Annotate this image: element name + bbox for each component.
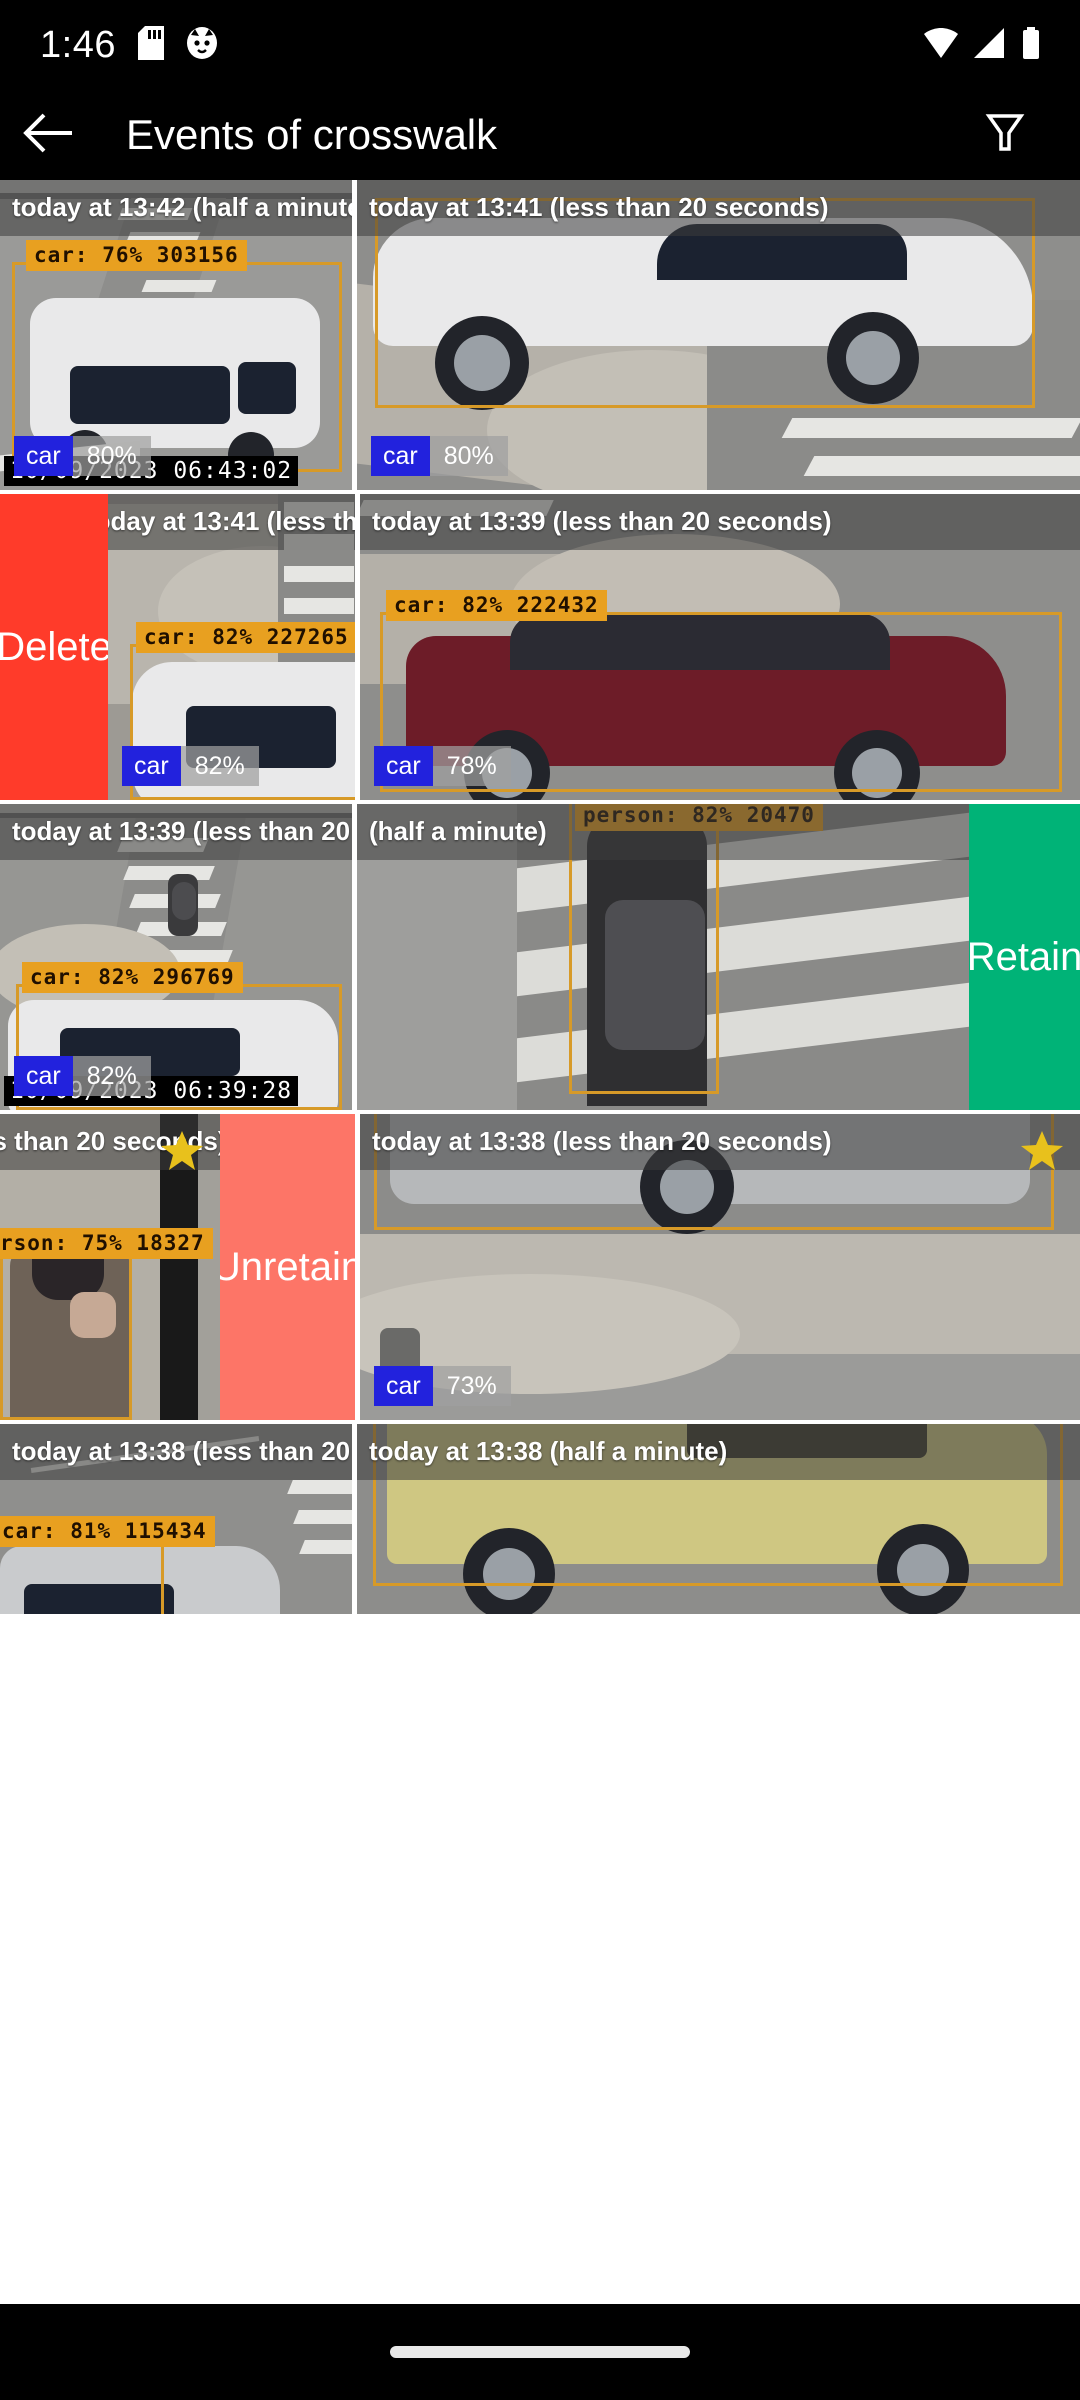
detection-tag: car: 82% 296769 <box>22 962 243 993</box>
object-chip: car 80% <box>371 436 508 476</box>
status-bar: 1:46 <box>0 0 1080 90</box>
object-chip: car 82% <box>122 746 259 786</box>
detection-box <box>0 1536 164 1614</box>
object-confidence-label: 82% <box>72 1056 151 1096</box>
event-label: today at 13:39 (less than 20 seconds) <box>360 494 1080 550</box>
event-label: today at 13:41 (less than 20 seco <box>108 494 355 550</box>
object-chip: car 73% <box>374 1366 511 1406</box>
battery-icon <box>1022 26 1040 64</box>
detection-tag: car: 76% 303156 <box>26 240 247 271</box>
event-label: today at 13:42 (half a minute) <box>0 180 352 236</box>
events-row-4: rson: 75% 18327 ss than 20 seconds) Unre… <box>0 1114 1080 1420</box>
detection-tag: car: 82% 222432 <box>386 590 607 621</box>
event-label: (half a minute) <box>357 804 969 860</box>
unretain-action-label: Unretain <box>211 1244 364 1289</box>
object-chip: car 80% <box>14 436 151 476</box>
retain-action-label: Retain <box>966 934 1080 979</box>
events-row-5: car: 81% 115434 today at 13:38 (less tha… <box>0 1424 1080 1614</box>
detection-box <box>0 1250 132 1420</box>
events-row-3: car: 82% 296769 10/09/2023 06:39:28 toda… <box>0 804 1080 1110</box>
event-tile[interactable]: rson: 75% 18327 ss than 20 seconds) <box>0 1114 220 1420</box>
event-label: today at 13:38 (less than 20 seconds) <box>0 1424 352 1480</box>
object-confidence-label: 78% <box>432 746 511 786</box>
event-tile[interactable]: car: 82% 227265 today at 13:41 (less tha… <box>108 494 355 800</box>
back-button[interactable] <box>0 90 96 180</box>
event-tile[interactable]: today at 13:41 (less than 20 seconds) ca… <box>357 180 1080 490</box>
event-label: today at 13:38 (half a minute) <box>357 1424 1080 1480</box>
delete-action-button[interactable]: Delete <box>0 494 112 800</box>
retain-action-button[interactable]: Retain <box>966 804 1080 1110</box>
events-row-2: Delete car: 82% 227265 today at 13:41 (l… <box>0 494 1080 800</box>
event-tile[interactable]: car: 76% 303156 10/09/2023 06:43:02 toda… <box>0 180 352 490</box>
sd-card-icon <box>137 25 164 65</box>
event-label: today at 13:38 (less than 20 seconds) <box>360 1114 1080 1170</box>
event-tile[interactable]: today at 13:38 (less than 20 seconds) ca… <box>360 1114 1080 1420</box>
home-gesture-pill[interactable] <box>390 2346 690 2358</box>
status-bar-left: 1:46 <box>40 24 218 67</box>
page-title: Events of crosswalk <box>126 111 498 158</box>
event-tile[interactable]: car: 82% 296769 10/09/2023 06:39:28 toda… <box>0 804 352 1110</box>
object-confidence-label: 80% <box>72 436 151 476</box>
cellular-signal-icon <box>974 27 1006 63</box>
delete-action-label: Delete <box>0 624 112 669</box>
detection-tag: car: 81% 115434 <box>0 1516 215 1547</box>
object-class-label: car <box>374 1366 433 1406</box>
object-chip: car 82% <box>14 1056 151 1096</box>
status-bar-right <box>924 0 1040 90</box>
object-class-label: car <box>14 436 73 476</box>
status-bar-clock: 1:46 <box>40 23 116 66</box>
cat-face-icon <box>186 26 218 65</box>
object-chip: car 78% <box>374 746 511 786</box>
event-label: today at 13:41 (less than 20 seconds) <box>357 180 1080 236</box>
detection-tag: rson: 75% 18327 <box>0 1228 213 1259</box>
filter-button[interactable] <box>960 90 1050 180</box>
event-tile[interactable]: person: 82% 20470 (half a minute) <box>357 804 969 1110</box>
filter-funnel-icon <box>985 111 1025 160</box>
object-confidence-label: 73% <box>432 1366 511 1406</box>
object-class-label: car <box>374 746 433 786</box>
star-icon <box>1020 1130 1064 1177</box>
event-tile[interactable]: car: 82% 222432 today at 13:39 (less tha… <box>360 494 1080 800</box>
app-bar: Events of crosswalk <box>0 90 1080 180</box>
wifi-icon <box>924 27 958 63</box>
object-class-label: car <box>122 746 181 786</box>
event-tile[interactable]: today at 13:38 (half a minute) <box>357 1424 1080 1614</box>
events-grid[interactable]: car: 76% 303156 10/09/2023 06:43:02 toda… <box>0 180 1080 2400</box>
unretain-action-button[interactable]: Unretain <box>212 1114 363 1420</box>
event-tile[interactable]: car: 81% 115434 today at 13:38 (less tha… <box>0 1424 352 1614</box>
object-class-label: car <box>371 436 430 476</box>
star-icon <box>160 1130 204 1177</box>
object-confidence-label: 82% <box>180 746 259 786</box>
system-navigation-bar <box>0 2304 1080 2400</box>
object-confidence-label: 80% <box>429 436 508 476</box>
events-row-1: car: 76% 303156 10/09/2023 06:43:02 toda… <box>0 180 1080 490</box>
event-label: today at 13:39 (less than 20 seconds) <box>0 804 352 860</box>
back-arrow-icon <box>22 111 74 160</box>
object-class-label: car <box>14 1056 73 1096</box>
detection-tag: car: 82% 227265 <box>136 622 355 653</box>
